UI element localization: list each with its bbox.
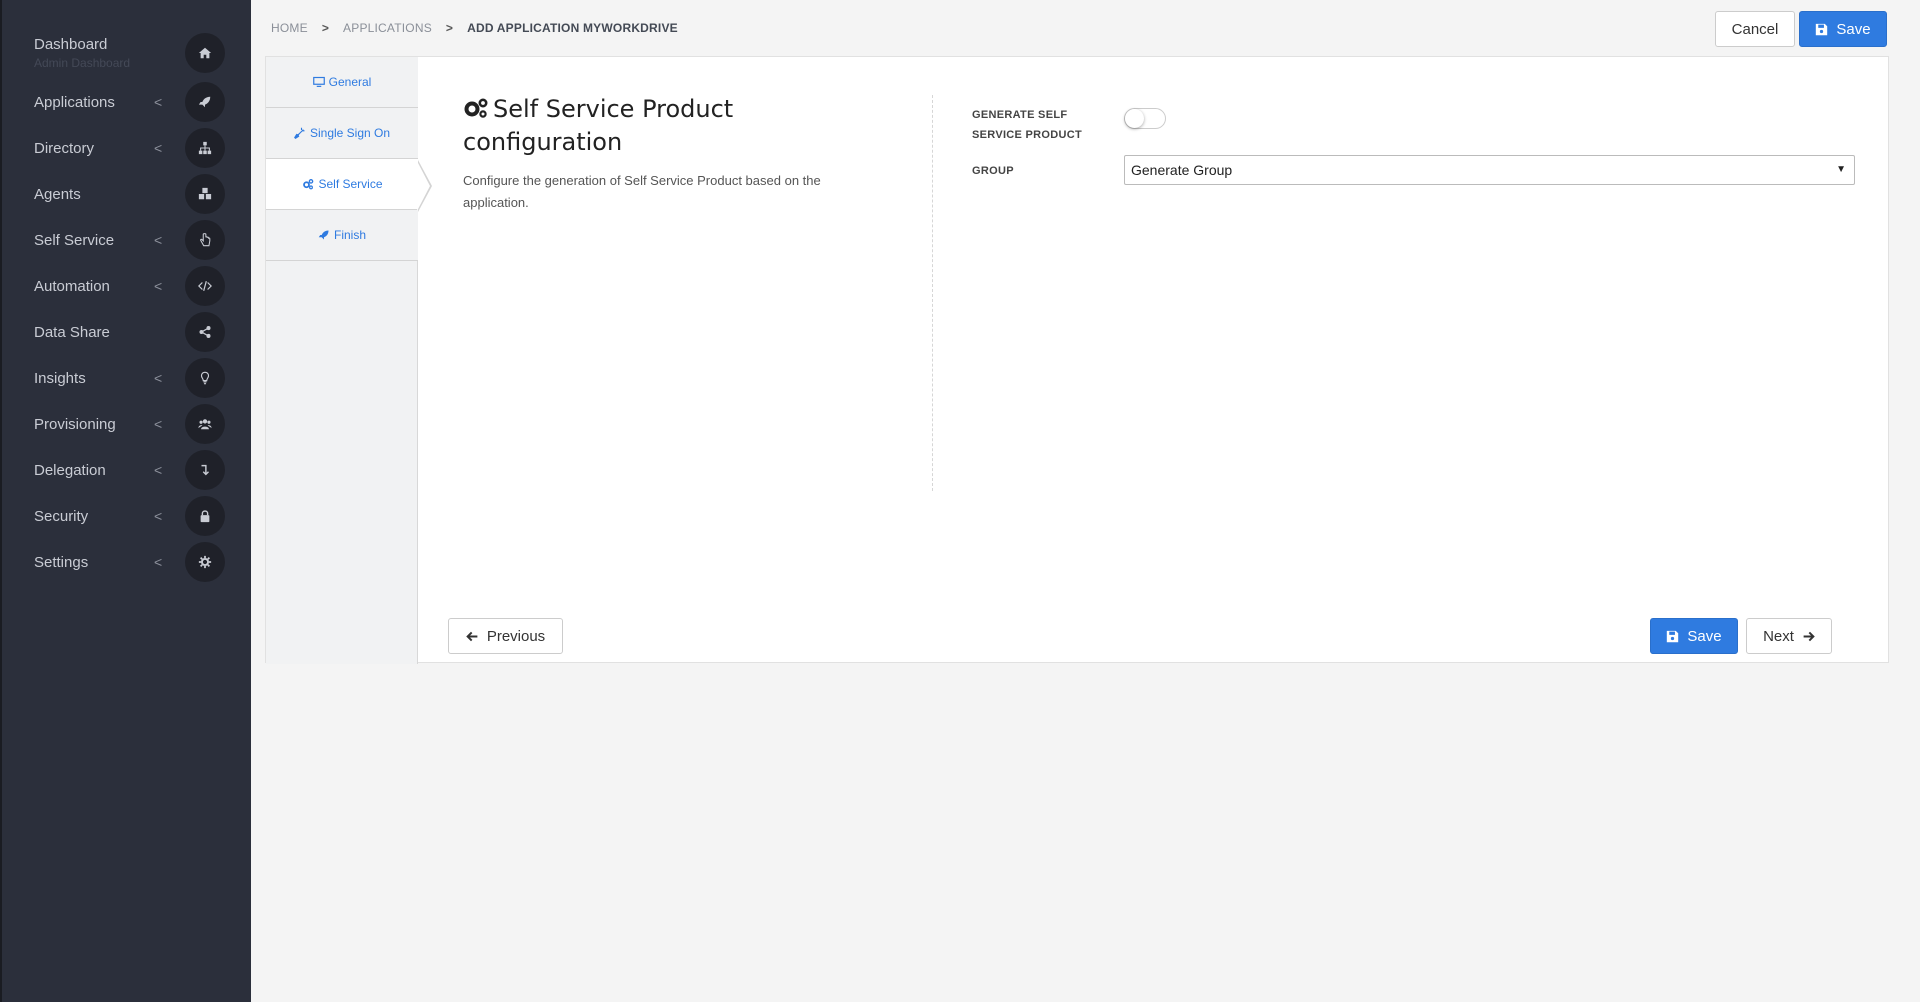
tab-finish[interactable]: Finish (266, 210, 418, 261)
floppy-disk-icon (1667, 630, 1679, 642)
sidebar-item-label: Data Share (34, 323, 110, 341)
chevron-left-icon: < (154, 554, 163, 570)
sidebar-item-agents[interactable]: Agents (2, 171, 253, 217)
plug-icon (294, 127, 305, 139)
sidebar: Dashboard Admin Dashboard Applications <… (0, 0, 251, 1002)
breadcrumb-home[interactable]: HOME (271, 21, 308, 35)
chevron-left-icon: < (154, 416, 163, 432)
chevron-left-icon: < (154, 508, 163, 524)
sidebar-item-label: Dashboard (34, 36, 108, 53)
wizard-card: General Single Sign On Self Service Fini… (265, 56, 1890, 664)
chevron-left-icon: < (154, 140, 163, 156)
chevron-left-icon: < (154, 232, 163, 248)
cancel-button-label: Cancel (1731, 20, 1779, 38)
previous-button-label: Previous (486, 627, 546, 645)
sidebar-item-automation[interactable]: Automation < (2, 263, 253, 309)
sidebar-item-insights[interactable]: Insights < (2, 355, 253, 401)
next-button[interactable]: Next (1746, 618, 1832, 654)
tab-general[interactable]: General (266, 57, 418, 108)
save-button-label: Save (1836, 20, 1871, 38)
sidebar-item-label: Security (34, 507, 89, 525)
tab-label: Self Service (318, 177, 383, 191)
home-icon (185, 33, 225, 73)
gear-icon (185, 542, 225, 582)
code-icon (185, 266, 225, 306)
tab-label: General (328, 75, 372, 89)
wizard-content: Self Service Product configuration Confi… (418, 57, 1890, 664)
sidebar-item-label: Insights (34, 369, 86, 387)
sidebar-item-settings[interactable]: Settings < (2, 539, 253, 585)
sidebar-item-label: Automation (34, 277, 110, 295)
chevron-left-icon: < (154, 370, 163, 386)
sidebar-item-label: Provisioning (34, 415, 116, 433)
section-description: Configure the generation of Self Service… (463, 173, 821, 210)
sidebar-item-label: Self Service (34, 231, 115, 249)
sidebar-item-directory[interactable]: Directory < (2, 125, 253, 171)
sidebar-item-provisioning[interactable]: Provisioning < (2, 401, 253, 447)
label-line-2: SERVICE PRODUCT (972, 129, 1083, 141)
arrow-left-icon (466, 631, 478, 641)
share-icon (185, 312, 225, 352)
hand-pointer-icon (185, 220, 225, 260)
tab-single-sign-on[interactable]: Single Sign On (266, 108, 418, 159)
floppy-disk-icon (1816, 23, 1828, 35)
caret-down-icon: ▼ (1836, 164, 1846, 175)
tab-label: Finish (333, 228, 366, 242)
chevron-left-icon: < (154, 278, 163, 294)
divider (932, 95, 933, 491)
sidebar-item-applications[interactable]: Applications < (2, 79, 253, 125)
save-button[interactable]: Save (1799, 11, 1887, 47)
sidebar-item-security[interactable]: Security < (2, 493, 253, 539)
sidebar-item-delegation[interactable]: Delegation < (2, 447, 253, 493)
sidebar-item-label: Delegation (34, 461, 106, 479)
next-button-label: Next (1763, 627, 1794, 645)
breadcrumb: HOME > APPLICATIONS > ADD APPLICATION MY… (271, 21, 678, 35)
sidebar-item-dashboard[interactable]: Dashboard Admin Dashboard (2, 20, 253, 73)
main-area: HOME > APPLICATIONS > ADD APPLICATION MY… (251, 0, 1920, 1002)
label-line-1: GENERATE SELF (972, 109, 1068, 121)
sidebar-item-label: Settings (34, 553, 89, 571)
breadcrumb-separator: > (321, 21, 330, 35)
lock-icon (185, 496, 225, 536)
page-title: Self Service Product configuration (463, 93, 763, 159)
cancel-button[interactable]: Cancel (1715, 11, 1795, 47)
sidebar-item-label: Agents (34, 185, 81, 203)
toggle-knob (1125, 109, 1144, 128)
arrow-right-icon (1803, 631, 1815, 641)
group-select-value: Generate Group (1131, 162, 1233, 178)
tab-self-service[interactable]: Self Service (266, 159, 419, 210)
breadcrumb-separator: > (445, 21, 454, 35)
sidebar-item-label: Directory (34, 139, 95, 157)
chevron-left-icon: < (154, 94, 163, 110)
group-select[interactable]: Generate Group ▼ (1124, 155, 1855, 185)
breadcrumb-current: ADD APPLICATION MYWORKDRIVE (467, 21, 678, 35)
cubes-icon (185, 174, 225, 214)
level-down-icon (185, 450, 225, 490)
sidebar-item-sublabel: Admin Dashboard (34, 56, 131, 70)
desktop-icon (312, 76, 325, 87)
gears-icon (464, 98, 488, 118)
title-line-1: Self Service Product (493, 95, 734, 123)
sitemap-icon (185, 128, 225, 168)
lightbulb-icon (185, 358, 225, 398)
generate-self-service-toggle[interactable] (1124, 108, 1166, 129)
header-actions: Cancel Save (1715, 11, 1887, 47)
group-label: GROUP (972, 165, 1014, 177)
previous-button[interactable]: Previous (448, 618, 563, 654)
generate-self-service-label: GENERATE SELF SERVICE PRODUCT (972, 105, 1082, 145)
wizard-tabs: General Single Sign On Self Service Fini… (266, 57, 432, 664)
footer-save-button-label: Save (1687, 627, 1722, 645)
rocket-icon (185, 82, 225, 122)
breadcrumb-applications[interactable]: APPLICATIONS (343, 21, 432, 35)
sidebar-item-label: Applications (34, 93, 115, 111)
sidebar-item-self-service[interactable]: Self Service < (2, 217, 253, 263)
sidebar-item-data-share[interactable]: Data Share (2, 309, 253, 355)
chevron-left-icon: < (154, 462, 163, 478)
tab-label: Single Sign On (309, 126, 391, 140)
rocket-icon (318, 230, 329, 240)
title-line-2: configuration (463, 128, 623, 156)
users-icon (185, 404, 225, 444)
gears-icon (303, 179, 314, 190)
footer-save-button[interactable]: Save (1650, 618, 1738, 654)
